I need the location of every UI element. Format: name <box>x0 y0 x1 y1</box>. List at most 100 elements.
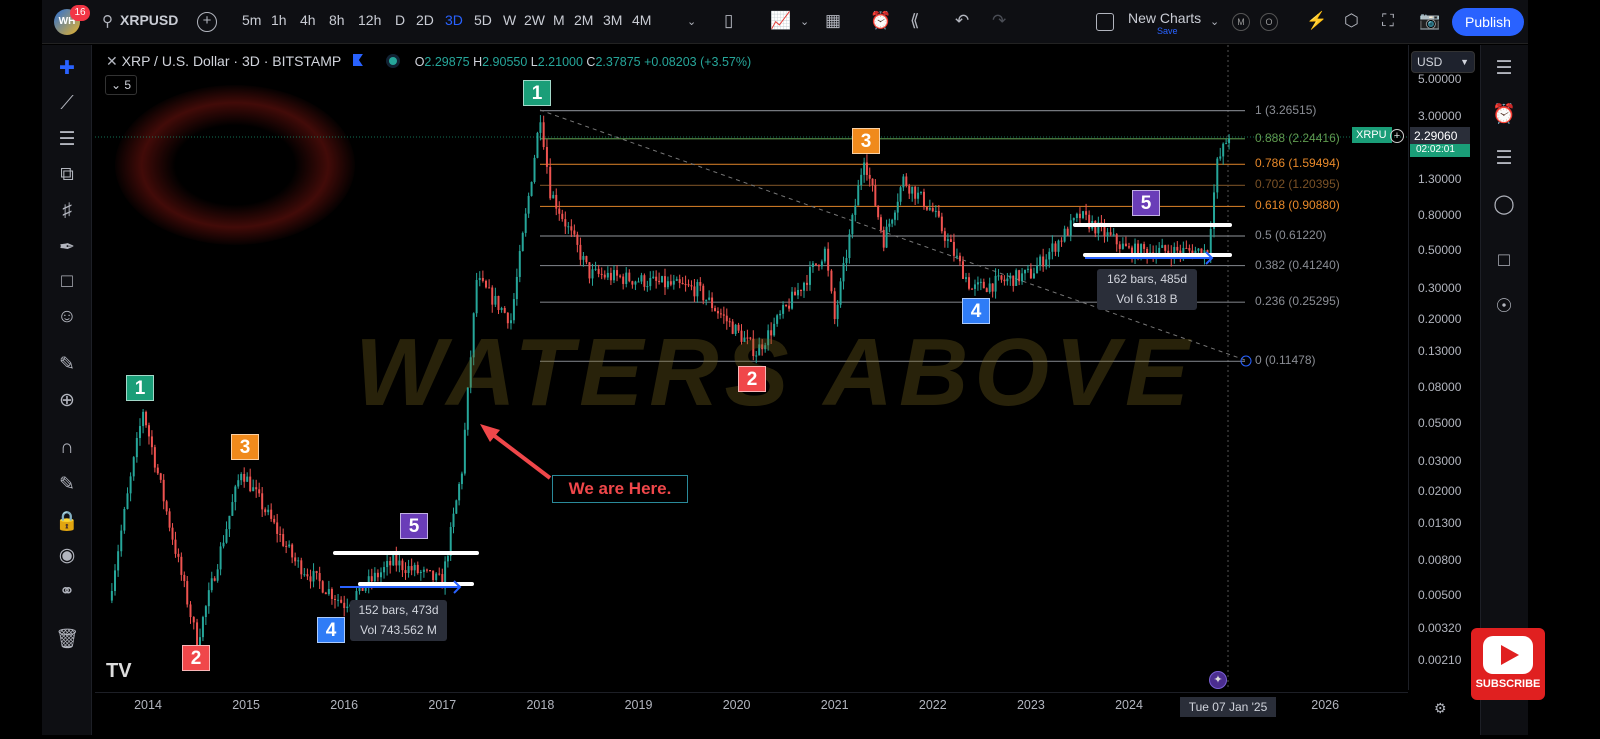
candle-body <box>1021 273 1024 282</box>
candle-body <box>201 617 204 638</box>
candle-body <box>797 289 800 296</box>
candle-body <box>324 592 327 595</box>
fib-level-label: 0 (0.11478) <box>1255 353 1316 368</box>
price-tick-label: 0.00320 <box>1418 621 1462 636</box>
candle-body <box>609 272 612 281</box>
candle-body <box>186 581 189 605</box>
emoji-icon[interactable]: ☺ <box>54 306 80 328</box>
candle-body <box>699 282 702 286</box>
prediction-icon[interactable]: ♯ <box>54 200 80 222</box>
magnet-icon[interactable]: ∩ <box>54 437 80 459</box>
candle-body <box>383 567 386 573</box>
candle-body <box>711 297 714 309</box>
candle-body <box>646 286 649 288</box>
candle-body <box>545 147 548 167</box>
pattern-icon[interactable]: ⧉ <box>54 164 80 186</box>
candle-body <box>622 276 625 284</box>
candle-body <box>497 295 500 310</box>
candle-body <box>625 272 628 284</box>
broadcast-icon[interactable]: ☉ <box>1490 295 1518 318</box>
indicators-toggle[interactable]: ⌄ 5 <box>105 75 137 95</box>
candle-body <box>231 502 234 516</box>
lock-icon[interactable]: 🔒 <box>54 509 80 533</box>
candle-body <box>1112 234 1115 236</box>
chat-icon[interactable]: □ <box>1490 250 1518 272</box>
jump-to-date-icon[interactable]: ✦ <box>1209 671 1227 689</box>
alerts-clock-icon[interactable]: ⏰ <box>1490 102 1518 126</box>
candle-body <box>714 308 717 312</box>
candle-body <box>914 186 917 199</box>
brush-icon[interactable]: ✒ <box>54 236 80 259</box>
time-axis-settings-icon[interactable]: ⚙ <box>1434 698 1447 718</box>
candle-body <box>407 566 410 573</box>
time-tick-label: 2014 <box>134 698 162 712</box>
wave-label-1: 1 <box>126 375 154 401</box>
symbol-title[interactable]: XRP / U.S. Dollar · 3D · BITSTAMP <box>122 53 341 69</box>
candle-body <box>891 219 894 224</box>
candle-body <box>600 273 603 275</box>
candle-body <box>120 530 123 552</box>
candle-body <box>174 539 177 554</box>
close-legend-icon[interactable]: ✕ <box>106 53 118 69</box>
candle-body <box>429 570 432 572</box>
candle-body <box>911 186 914 194</box>
candle-body <box>1209 228 1212 256</box>
link-icon[interactable]: ⚭ <box>54 580 80 603</box>
fib-level-label: 1 (3.26515) <box>1255 102 1317 117</box>
candle-body <box>1018 270 1021 282</box>
crosshair-date: Tue 07 Jan '25 <box>1180 697 1276 717</box>
candle-body <box>192 617 195 623</box>
candle-body <box>373 572 376 582</box>
candle-body <box>288 544 291 547</box>
trash-icon[interactable]: 🗑 <box>54 627 80 651</box>
time-tick-label: 2026 <box>1311 698 1340 712</box>
candle-body <box>805 282 808 285</box>
fib-tool-icon[interactable]: ☰ <box>54 128 80 151</box>
candle-body <box>1036 265 1039 274</box>
candle-body <box>931 208 934 212</box>
candle-body <box>865 162 868 175</box>
candle-body <box>159 473 162 480</box>
candle-body <box>863 162 866 175</box>
watchlist-icon[interactable]: ☰ <box>1490 57 1518 80</box>
lock-drawing-icon[interactable]: ✎ <box>54 473 80 496</box>
candle-body <box>392 554 395 566</box>
candle-body <box>264 509 267 513</box>
zoom-in-icon[interactable]: ⊕ <box>54 389 80 412</box>
candle-body <box>1176 246 1179 251</box>
candle-body <box>126 493 129 509</box>
candle-body <box>458 484 461 501</box>
ruler-icon[interactable]: ✎ <box>54 353 80 376</box>
candle-body <box>249 476 252 492</box>
candle-body <box>669 281 672 285</box>
range-tooltip-2: 162 bars, 485d Vol 6.318 B <box>1097 269 1197 310</box>
crosshair-icon[interactable]: ✚ <box>54 57 80 80</box>
candle-body <box>791 291 794 309</box>
flag-icon[interactable] <box>352 54 363 66</box>
candle-body <box>452 513 455 527</box>
candle-body <box>899 187 902 202</box>
text-note-icon[interactable]: □ <box>54 271 80 293</box>
candle-body <box>276 522 279 534</box>
currency-select[interactable]: USD ▼ <box>1411 51 1475 73</box>
candle-body <box>997 275 1000 277</box>
time-tick-label: 2015 <box>232 698 260 712</box>
candle-body <box>243 473 246 482</box>
candle-body <box>839 281 842 305</box>
trendline-icon[interactable]: ⟋ <box>54 93 80 115</box>
candle-body <box>117 551 120 571</box>
candle-body <box>340 599 343 603</box>
candle-body <box>225 529 228 543</box>
add-alert-icon[interactable]: + <box>1390 129 1404 143</box>
candle-body <box>237 480 240 487</box>
candle-body <box>800 289 803 291</box>
candle-body <box>585 256 588 263</box>
candle-body <box>1188 248 1191 251</box>
ideas-icon[interactable]: ◯ <box>1490 193 1518 216</box>
layers-icon[interactable]: ☰ <box>1490 147 1518 170</box>
subscribe-button[interactable]: SUBSCRIBE <box>1471 628 1545 700</box>
current-price-tag: 2.29060 02:02:01 <box>1410 127 1470 157</box>
eye-icon[interactable]: ◉ <box>54 544 80 567</box>
candle-body <box>389 561 392 566</box>
candle-body <box>300 560 303 575</box>
